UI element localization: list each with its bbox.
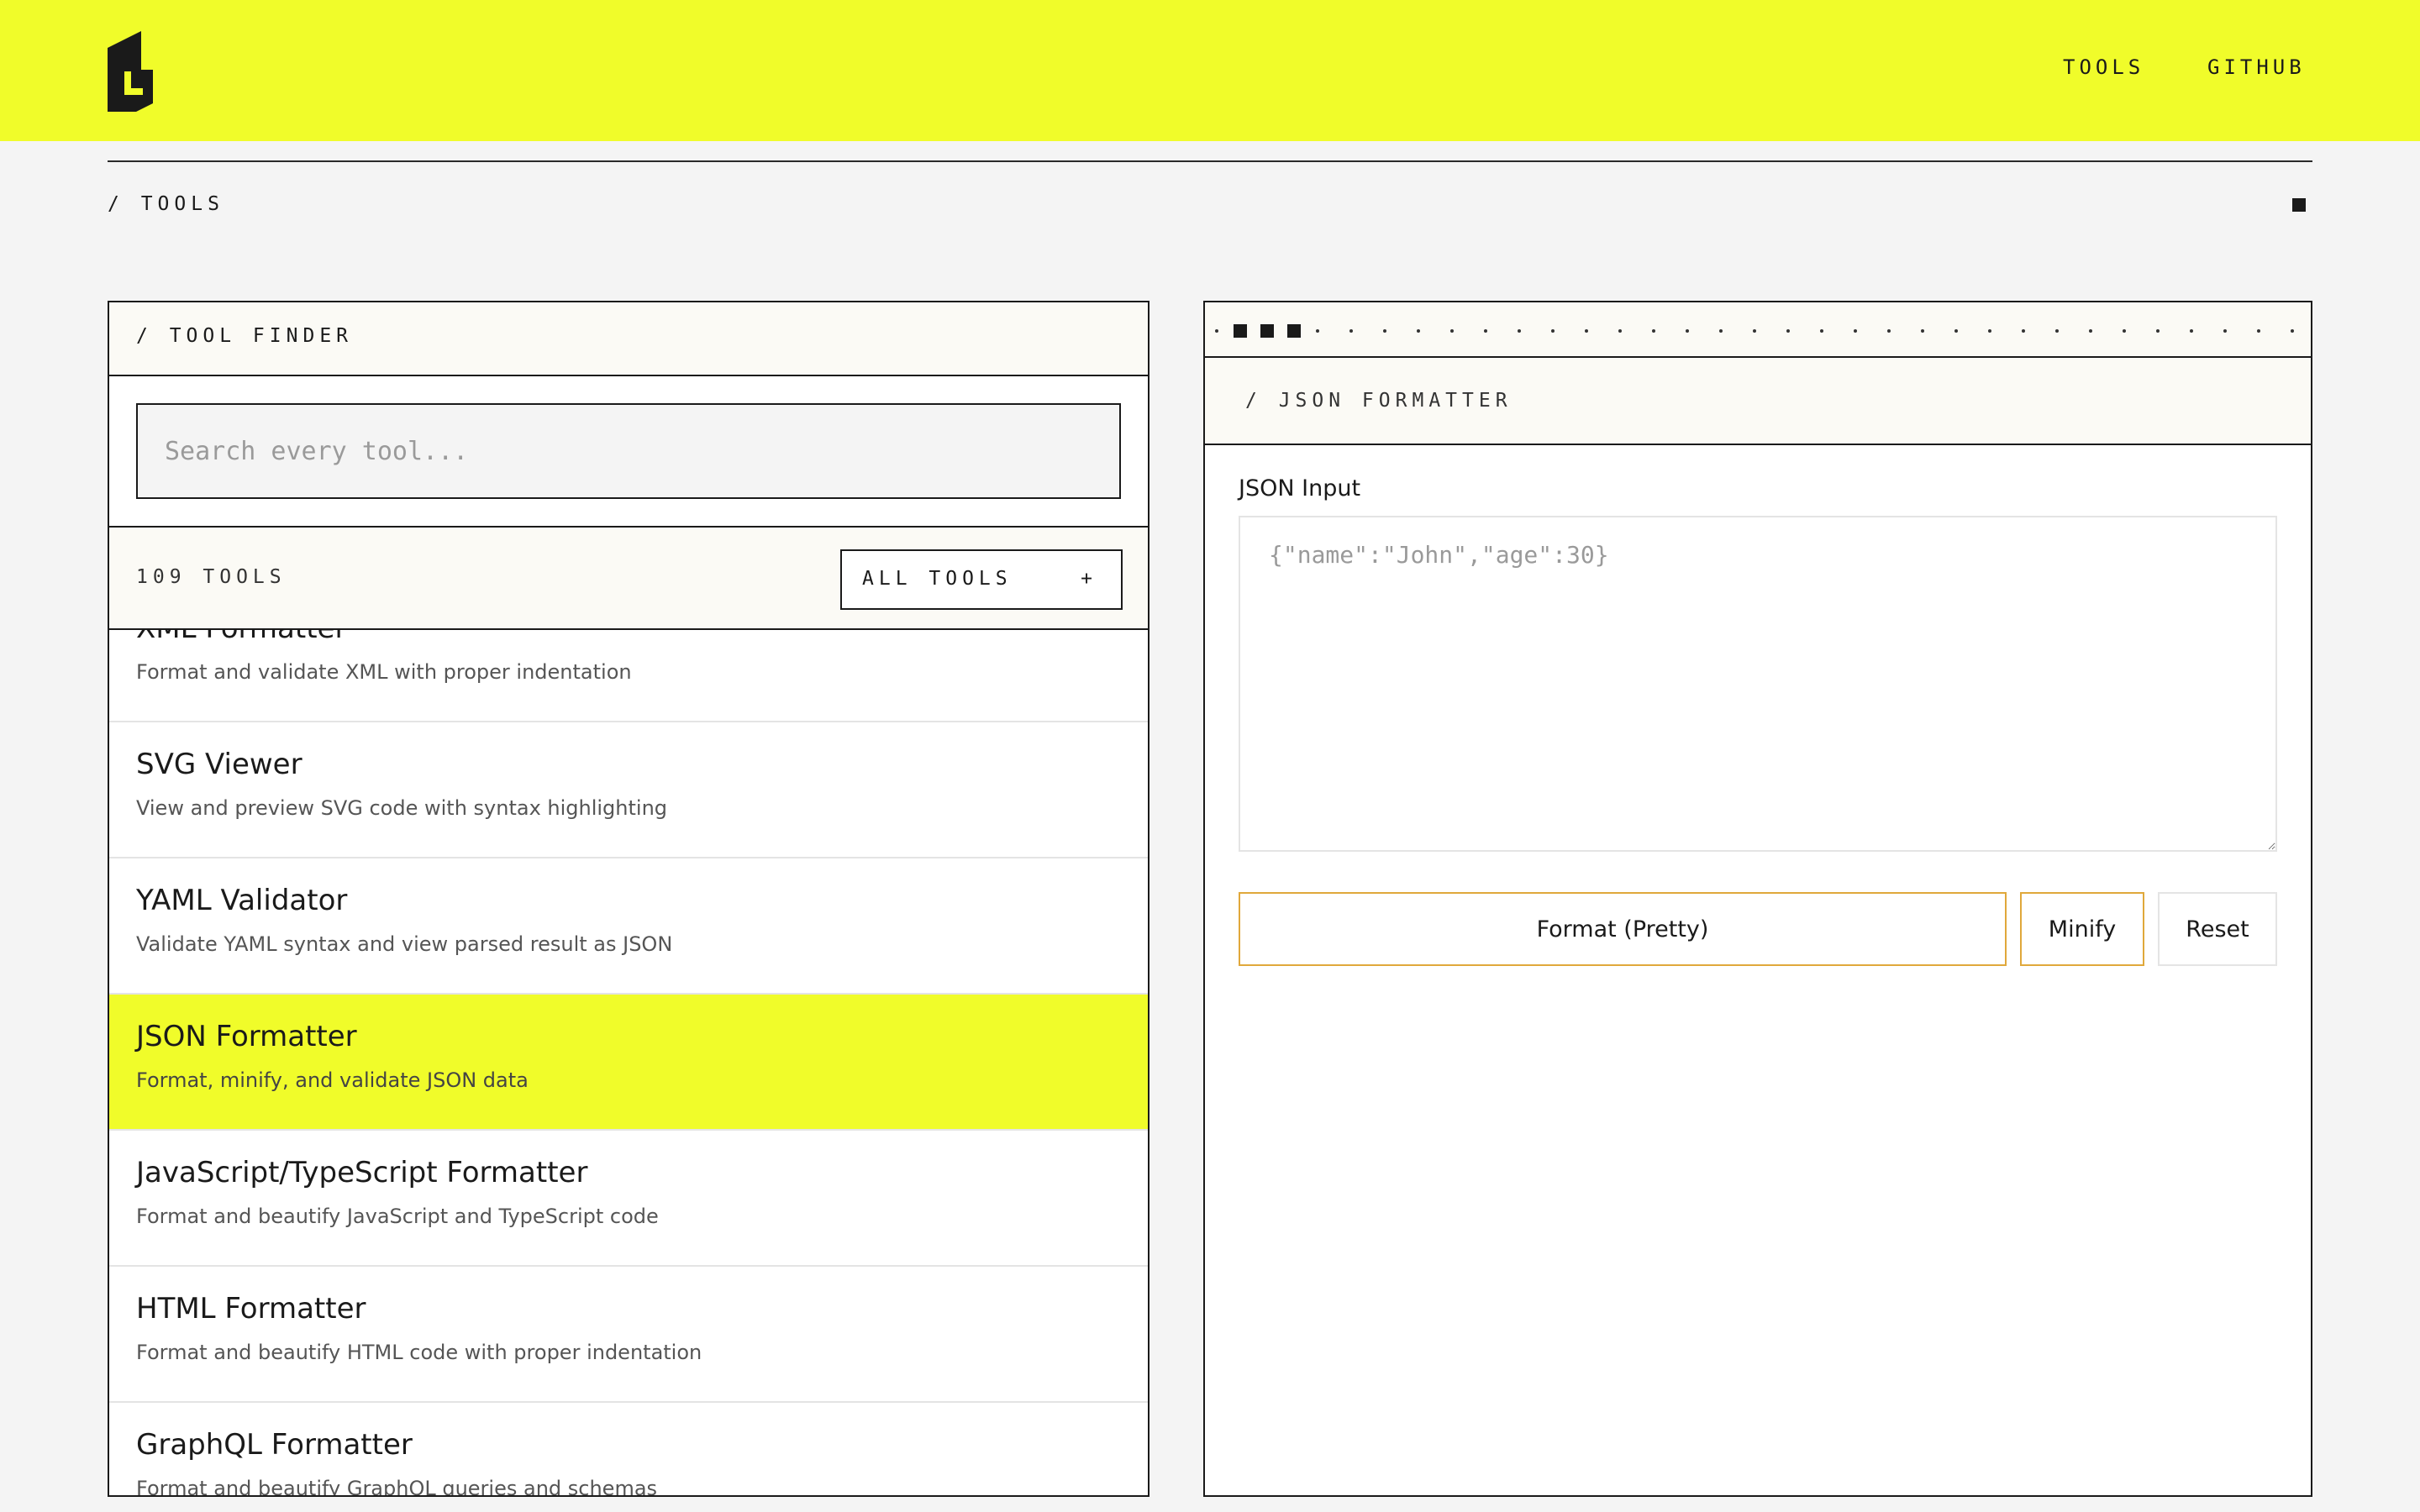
json-input-textarea[interactable] [1239,516,2277,852]
tool-item-graphql-formatter[interactable]: GraphQL Formatter Format and beautify Gr… [109,1403,1148,1497]
tool-item-json-formatter[interactable]: JSON Formatter Format, minify, and valid… [109,995,1148,1131]
json-input-label: JSON Input [1239,475,1361,501]
top-bar: TOOLS GITHUB [0,0,2420,141]
dot-icon [1316,329,1319,333]
tool-item-yaml-validator[interactable]: YAML Validator Validate YAML syntax and … [109,858,1148,995]
tool-name: GraphQL Formatter [136,1428,413,1462]
dot-icon [1652,329,1655,333]
minify-button[interactable]: Minify [2020,892,2144,966]
dot-icon [1820,329,1823,333]
nav-tools-link[interactable]: TOOLS [2063,55,2144,79]
json-formatter-title: / JSON FORMATTER [1205,358,2311,445]
tool-name: SVG Viewer [136,748,302,781]
tool-description: Format and validate XML with proper inde… [136,660,632,684]
square-icon [1287,324,1301,338]
search-input[interactable] [136,403,1121,499]
square-icon [1260,324,1274,338]
format-pretty-button[interactable]: Format (Pretty) [1239,892,2007,966]
dot-icon [1887,329,1891,333]
dot-icon [2156,329,2160,333]
dot-icon [1417,329,1420,333]
tool-description: View and preview SVG code with syntax hi… [136,796,668,820]
dot-icon [2190,329,2193,333]
tool-item-js-ts-formatter[interactable]: JavaScript/TypeScript Formatter Format a… [109,1131,1148,1267]
tool-item-html-formatter[interactable]: HTML Formatter Format and beautify HTML … [109,1267,1148,1403]
dotted-decoration-bar [1205,302,2311,358]
dot-icon [1954,329,1958,333]
dot-icon [1786,329,1790,333]
dot-icon [1518,329,1521,333]
dot-icon [1921,329,1924,333]
breadcrumb: / TOOLS [108,193,224,215]
tool-count: 109 TOOLS [136,566,287,588]
plus-icon: + [1081,568,1097,590]
dot-icon [1719,329,1723,333]
tool-name: JSON Formatter [136,1020,357,1053]
dot-icon [2223,329,2227,333]
tool-description: Format and beautify JavaScript and TypeS… [136,1205,659,1228]
tool-item-xml-formatter[interactable]: XML Formatter Format and validate XML wi… [109,630,1148,722]
dot-icon [2291,329,2294,333]
json-formatter-panel: / JSON FORMATTER JSON Input Format (Pret… [1203,301,2312,1497]
reset-button[interactable]: Reset [2158,892,2277,966]
dot-icon [1854,329,1857,333]
tool-finder-panel: / TOOL FINDER 109 TOOLS ALL TOOLS + XML … [108,301,1150,1497]
tool-finder-title: / TOOL FINDER [109,302,1148,376]
all-tools-label: ALL TOOLS [862,568,1013,590]
dot-icon [2123,329,2126,333]
tool-count-bar: 109 TOOLS ALL TOOLS + [109,528,1148,630]
divider [108,160,2312,162]
dot-icon [2257,329,2260,333]
dot-icon [1450,329,1454,333]
square-icon [1234,324,1247,338]
dot-icon [1349,329,1353,333]
tool-list[interactable]: XML Formatter Format and validate XML wi… [109,630,1148,1497]
brand-logo-icon[interactable] [108,31,153,112]
dot-icon [1215,329,1218,333]
dot-icon [2089,329,2092,333]
dot-icon [1383,329,1386,333]
tool-description: Validate YAML syntax and view parsed res… [136,932,673,956]
square-icon [2292,198,2306,212]
tool-description: Format and beautify HTML code with prope… [136,1341,702,1364]
tool-name: HTML Formatter [136,1292,366,1326]
search-area [109,376,1148,528]
dot-icon [1618,329,1622,333]
dot-icon [2055,329,2059,333]
tool-description: Format and beautify GraphQL queries and … [136,1477,658,1497]
tool-name: YAML Validator [136,884,348,917]
dot-icon [1988,329,1991,333]
all-tools-dropdown[interactable]: ALL TOOLS + [840,549,1123,610]
dot-icon [1585,329,1588,333]
tool-item-svg-viewer[interactable]: SVG Viewer View and preview SVG code wit… [109,722,1148,858]
dot-icon [1551,329,1555,333]
tool-name: JavaScript/TypeScript Formatter [136,1156,588,1189]
dot-icon [1686,329,1689,333]
tool-description: Format, minify, and validate JSON data [136,1068,529,1092]
dot-icon [2022,329,2025,333]
nav-github-link[interactable]: GITHUB [2207,55,2306,79]
dot-icon [1484,329,1487,333]
dot-icon [1753,329,1756,333]
tool-name: XML Formatter [136,630,1148,647]
